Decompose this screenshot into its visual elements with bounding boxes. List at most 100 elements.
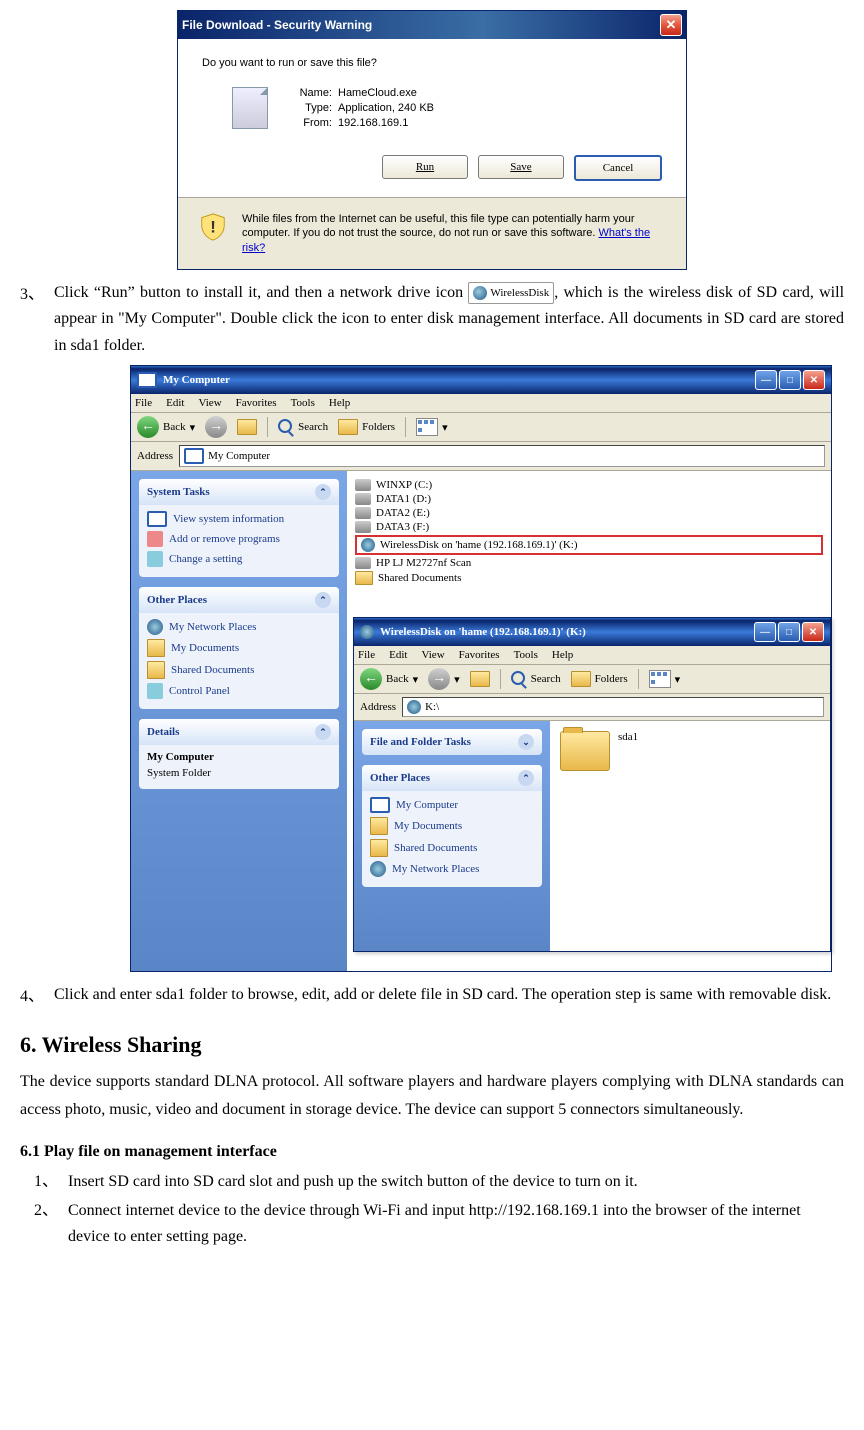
sidebar-item[interactable]: My Documents — [370, 817, 534, 835]
maximize-icon[interactable]: □ — [779, 370, 801, 390]
sidebar-item[interactable]: My Network Places — [370, 861, 534, 877]
views-button[interactable]: ▾ — [416, 418, 448, 436]
folders-button[interactable]: Folders — [571, 671, 628, 687]
sidebar-item[interactable]: My Computer — [370, 797, 534, 813]
sidebar-item[interactable]: View system information — [147, 511, 331, 527]
nested-titlebar: WirelessDisk on 'hame (192.168.169.1)' (… — [354, 618, 830, 646]
sidebar-item[interactable]: Shared Documents — [370, 839, 534, 857]
wirelessdisk-inline-icon: WirelessDisk — [468, 282, 554, 304]
name-value: HameCloud.exe — [338, 87, 434, 99]
sidebar-item[interactable]: Change a setting — [147, 551, 331, 567]
folders-icon — [571, 671, 591, 687]
nested-address-bar: Address K:\ — [354, 694, 830, 721]
sidebar-item[interactable]: Shared Documents — [147, 661, 331, 679]
search-button[interactable]: Search — [511, 671, 561, 687]
section-6-1-heading: 6.1 Play file on management interface — [20, 1143, 844, 1161]
folder-icon — [560, 731, 610, 771]
chevron-up-icon[interactable]: ⌃ — [315, 724, 331, 740]
list-item: 2、Connect internet device to the device … — [20, 1198, 844, 1249]
close-icon[interactable]: ✕ — [802, 622, 824, 642]
menu-file[interactable]: File — [358, 649, 375, 661]
sidebar-item[interactable]: Add or remove programs — [147, 531, 331, 547]
wirelessdisk-drive[interactable]: WirelessDisk on 'hame (192.168.169.1)' (… — [355, 535, 823, 555]
close-icon[interactable]: ✕ — [803, 370, 825, 390]
forward-icon: → — [205, 416, 227, 438]
menu-edit[interactable]: Edit — [389, 649, 407, 661]
folders-button[interactable]: Folders — [338, 419, 395, 435]
explorer-sidebar: System Tasks⌃ View system information Ad… — [131, 471, 347, 971]
drive-item[interactable]: HP LJ M2727nf Scan — [355, 557, 823, 569]
maximize-icon[interactable]: □ — [778, 622, 800, 642]
cancel-button[interactable]: Cancel — [574, 155, 662, 181]
search-icon — [278, 419, 294, 435]
chevron-up-icon[interactable]: ⌃ — [518, 770, 534, 786]
menu-view[interactable]: View — [198, 397, 221, 409]
section-6-body: The device supports standard DLNA protoc… — [20, 1068, 844, 1122]
views-button[interactable]: ▾ — [649, 670, 681, 688]
from-label: From: — [282, 117, 332, 129]
programs-icon — [147, 531, 163, 547]
back-button[interactable]: ←Back ▾ — [360, 668, 418, 690]
file-icon — [232, 87, 268, 129]
warning-text: While files from the Internet can be use… — [242, 212, 666, 255]
address-field[interactable]: My Computer — [179, 445, 825, 467]
nested-sidebar: File and Folder Tasks⌄ Other Places⌃ My … — [354, 721, 550, 951]
chevron-up-icon[interactable]: ⌃ — [315, 484, 331, 500]
panel-other-places: Other Places⌃ My Network Places My Docum… — [139, 587, 339, 709]
menu-help[interactable]: Help — [329, 397, 350, 409]
menu-favorites[interactable]: Favorites — [236, 397, 277, 409]
sidebar-item[interactable]: My Documents — [147, 639, 331, 657]
forward-button[interactable]: → ▾ — [428, 668, 460, 690]
up-button[interactable] — [237, 419, 257, 435]
chevron-down-icon[interactable]: ⌄ — [518, 734, 534, 750]
sidebar-item[interactable]: Control Panel — [147, 683, 331, 699]
nested-toolbar: ←Back ▾ → ▾ Search Folders ▾ — [354, 665, 830, 694]
hdd-icon — [355, 521, 371, 533]
panel-other-places: Other Places⌃ My Computer My Documents S… — [362, 765, 542, 887]
svg-text:!: ! — [210, 218, 216, 237]
drive-item[interactable]: DATA2 (E:) — [355, 507, 823, 519]
views-icon — [649, 670, 671, 688]
explorer-title: My Computer — [163, 374, 749, 386]
forward-button[interactable]: → — [205, 416, 227, 438]
explorer-titlebar: My Computer — □ ✕ — [131, 366, 831, 394]
nested-address-field[interactable]: K:\ — [402, 697, 824, 717]
menu-help[interactable]: Help — [552, 649, 573, 661]
drive-item[interactable]: WINXP (C:) — [355, 479, 823, 491]
drive-item[interactable]: DATA1 (D:) — [355, 493, 823, 505]
run-button[interactable]: Run — [382, 155, 468, 179]
chevron-up-icon[interactable]: ⌃ — [315, 592, 331, 608]
minimize-icon[interactable]: — — [754, 622, 776, 642]
minimize-icon[interactable]: — — [755, 370, 777, 390]
nested-title: WirelessDisk on 'hame (192.168.169.1)' (… — [380, 626, 748, 638]
menu-edit[interactable]: Edit — [166, 397, 184, 409]
folder-icon — [370, 839, 388, 857]
menu-tools[interactable]: Tools — [291, 397, 315, 409]
network-icon — [370, 861, 386, 877]
search-button[interactable]: Search — [278, 419, 328, 435]
menu-tools[interactable]: Tools — [514, 649, 538, 661]
folder-up-icon — [470, 671, 490, 687]
menu-file[interactable]: File — [135, 397, 152, 409]
list-item: 1、Insert SD card into SD card slot and p… — [20, 1169, 844, 1195]
save-button[interactable]: Save — [478, 155, 564, 179]
back-button[interactable]: ←Back ▾ — [137, 416, 195, 438]
drive-item[interactable]: Shared Documents — [355, 571, 823, 585]
dialog-footer: ! While files from the Internet can be u… — [178, 197, 686, 269]
menu-view[interactable]: View — [421, 649, 444, 661]
dialog-title: File Download - Security Warning — [182, 18, 660, 32]
folder-icon — [147, 639, 165, 657]
menu-favorites[interactable]: Favorites — [459, 649, 500, 661]
network-drive-icon — [360, 625, 374, 639]
sidebar-item[interactable]: My Network Places — [147, 619, 331, 635]
scanner-icon — [355, 557, 371, 569]
name-label: Name: — [282, 87, 332, 99]
network-icon — [147, 619, 163, 635]
close-icon[interactable]: ✕ — [660, 14, 682, 36]
hdd-icon — [355, 479, 371, 491]
address-label: Address — [137, 450, 173, 462]
up-button[interactable] — [470, 671, 490, 687]
drive-item[interactable]: DATA3 (F:) — [355, 521, 823, 533]
panel-details: Details⌃ My Computer System Folder — [139, 719, 339, 789]
sda1-folder[interactable] — [560, 731, 610, 771]
